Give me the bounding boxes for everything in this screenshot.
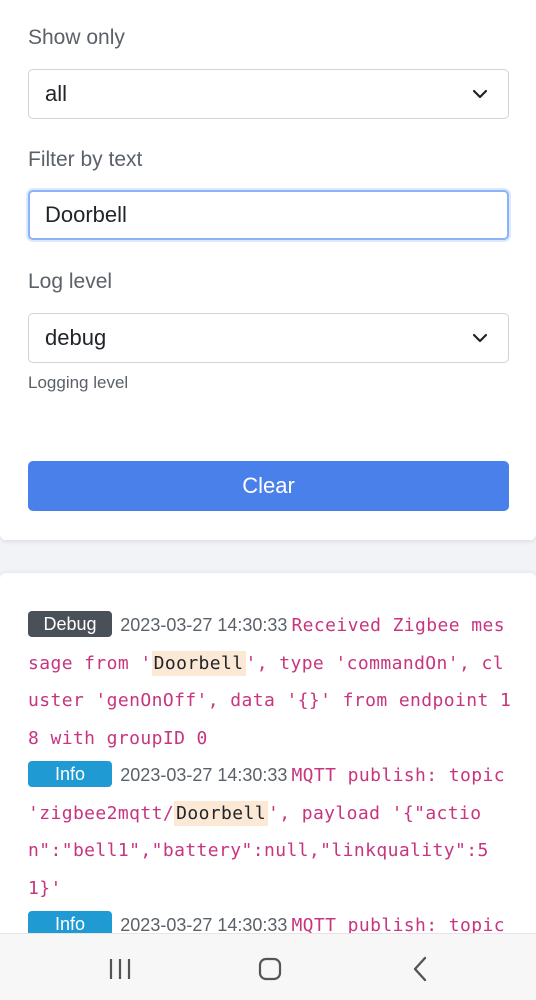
log-level-select[interactable]: debug xyxy=(28,313,509,363)
chevron-down-icon xyxy=(472,333,488,343)
level-badge: Info xyxy=(28,761,112,787)
back-icon[interactable] xyxy=(406,954,436,984)
recent-apps-icon[interactable] xyxy=(105,954,135,984)
log-list: Debug 2023-03-27 14:30:33 Received Zigbee… xyxy=(28,607,512,945)
home-icon[interactable] xyxy=(255,954,285,984)
filter-text-input[interactable] xyxy=(28,190,509,240)
show-only-select[interactable]: all xyxy=(28,69,509,119)
chevron-down-icon xyxy=(472,89,488,99)
search-highlight: Doorbell xyxy=(174,800,268,826)
log-level-label: Log level xyxy=(28,270,113,293)
filter-text-field[interactable] xyxy=(45,192,507,238)
log-timestamp: 2023-03-27 14:30:33 xyxy=(120,615,288,635)
search-highlight: Doorbell xyxy=(151,650,246,676)
log-entry: Info 2023-03-27 14:30:33 MQTT publish: to… xyxy=(28,757,512,907)
show-only-value: all xyxy=(45,81,68,106)
log-timestamp: 2023-03-27 14:30:33 xyxy=(120,765,288,785)
show-only-label: Show only xyxy=(28,26,125,49)
filter-panel: Show only all Filter by text Log level d… xyxy=(0,0,536,540)
log-level-value: debug xyxy=(45,325,107,350)
system-navigation-bar xyxy=(0,933,536,1000)
filter-text-label: Filter by text xyxy=(28,148,143,171)
level-badge: Debug xyxy=(28,611,112,637)
clear-button[interactable]: Clear xyxy=(28,461,509,511)
log-level-help: Logging level xyxy=(28,373,129,392)
log-entry: Debug 2023-03-27 14:30:33 Received Zigbee… xyxy=(28,607,512,757)
log-timestamp: 2023-03-27 14:30:33 xyxy=(120,915,288,935)
